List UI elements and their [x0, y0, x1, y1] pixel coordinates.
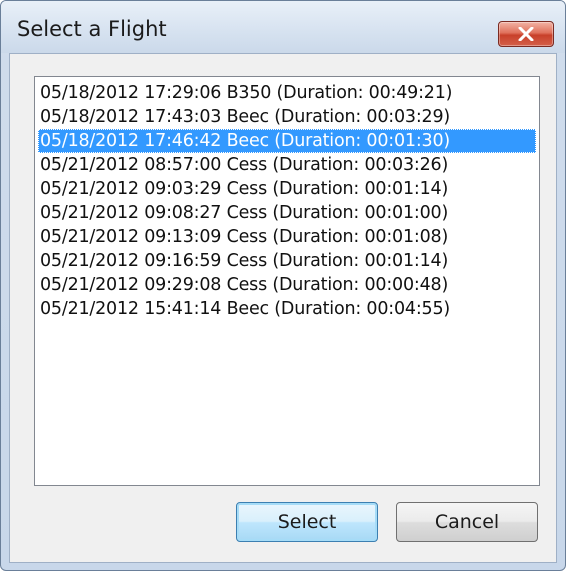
flight-list-item[interactable]: 05/18/2012 17:29:06 B350 (Duration: 00:4…	[38, 81, 536, 105]
select-button[interactable]: Select	[236, 502, 378, 542]
flight-list-item[interactable]: 05/21/2012 09:13:09 Cess (Duration: 00:0…	[38, 225, 536, 249]
cancel-button[interactable]: Cancel	[396, 502, 538, 542]
dialog-title: Select a Flight	[17, 17, 167, 41]
close-button[interactable]	[498, 21, 554, 47]
close-icon	[518, 27, 534, 41]
dialog-client-area: 05/18/2012 17:29:06 B350 (Duration: 00:4…	[9, 53, 557, 563]
flight-list-item[interactable]: 05/21/2012 08:57:00 Cess (Duration: 00:0…	[38, 153, 536, 177]
flight-list-item[interactable]: 05/21/2012 09:16:59 Cess (Duration: 00:0…	[38, 249, 536, 273]
flight-list-item[interactable]: 05/21/2012 09:03:29 Cess (Duration: 00:0…	[38, 177, 536, 201]
flight-list-item[interactable]: 05/18/2012 17:43:03 Beec (Duration: 00:0…	[38, 105, 536, 129]
flight-list-item[interactable]: 05/21/2012 09:08:27 Cess (Duration: 00:0…	[38, 201, 536, 225]
flight-list-item[interactable]: 05/21/2012 09:29:08 Cess (Duration: 00:0…	[38, 273, 536, 297]
flight-list-item[interactable]: 05/21/2012 15:41:14 Beec (Duration: 00:0…	[38, 297, 536, 321]
title-bar[interactable]: Select a Flight	[1, 1, 565, 53]
select-flight-dialog: Select a Flight 05/18/2012 17:29:06 B350…	[0, 0, 566, 571]
flight-listbox[interactable]: 05/18/2012 17:29:06 B350 (Duration: 00:4…	[34, 76, 540, 486]
flight-list-item[interactable]: 05/18/2012 17:46:42 Beec (Duration: 00:0…	[38, 129, 536, 153]
